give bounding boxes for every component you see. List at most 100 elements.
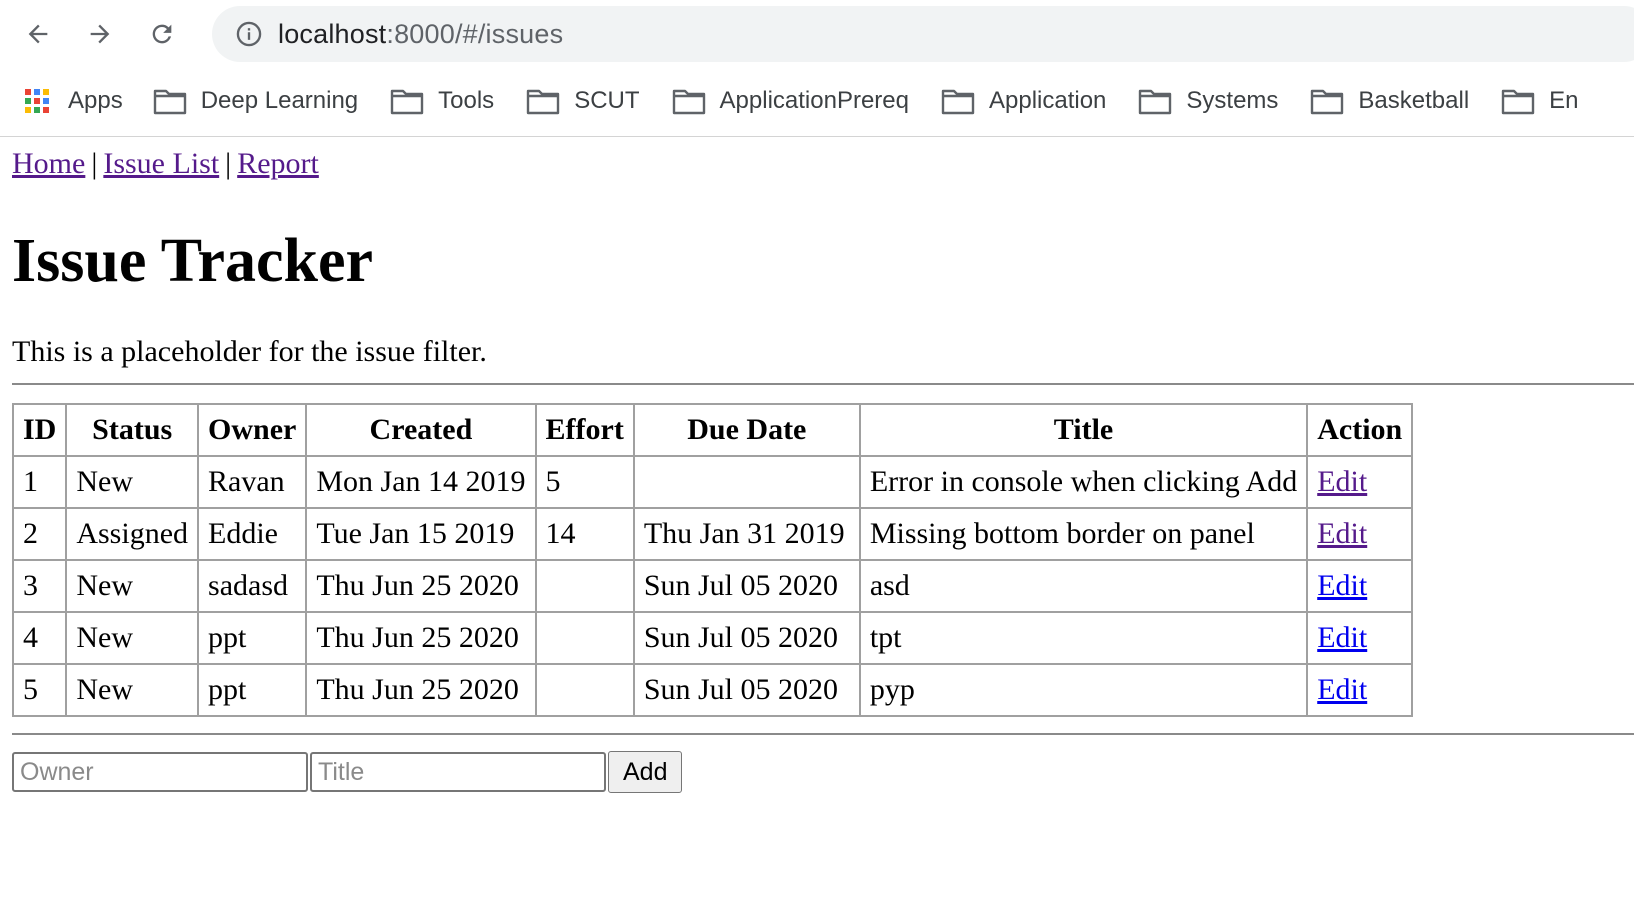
column-header-title: Title xyxy=(859,404,1308,456)
reload-button[interactable] xyxy=(142,14,182,54)
cell-effort: 14 xyxy=(535,508,634,560)
cell-action: Edit xyxy=(1307,664,1413,716)
bookmark-label: ApplicationPrereq xyxy=(719,87,909,114)
edit-link[interactable]: Edit xyxy=(1317,673,1367,706)
cell-created: Thu Jun 25 2020 xyxy=(306,560,536,612)
cell-action: Edit xyxy=(1307,508,1413,560)
apps-grid-icon xyxy=(22,87,52,115)
cell-created: Thu Jun 25 2020 xyxy=(306,664,536,716)
cell-status: New xyxy=(66,612,199,664)
browser-toolbar: localhost:8000/#/issues xyxy=(0,0,1634,68)
bookmark-label: SCUT xyxy=(574,87,640,114)
nav-home-link[interactable]: Home xyxy=(12,147,85,180)
bookmark-en[interactable]: En xyxy=(1501,87,1579,115)
top-nav: Home | Issue List | Report xyxy=(12,145,1634,183)
table-header-row: ID Status Owner Created Effort Due Date … xyxy=(13,404,1413,456)
back-button[interactable] xyxy=(18,14,58,54)
bookmark-applicationprereq[interactable]: ApplicationPrereq xyxy=(672,87,909,115)
bookmark-scut[interactable]: SCUT xyxy=(526,87,640,115)
cell-title: Missing bottom border on panel xyxy=(859,508,1308,560)
bookmark-label: Tools xyxy=(438,87,495,114)
cell-created: Mon Jan 14 2019 xyxy=(306,456,536,508)
address-bar[interactable]: localhost:8000/#/issues xyxy=(212,6,1634,62)
cell-due-date: Sun Jul 05 2020 xyxy=(633,664,860,716)
table-row: 1 New Ravan Mon Jan 14 2019 5 Error in c… xyxy=(13,456,1413,508)
folder-icon xyxy=(1501,87,1535,115)
cell-created: Thu Jun 25 2020 xyxy=(306,612,536,664)
title-input[interactable] xyxy=(310,752,606,792)
bookmark-label: Deep Learning xyxy=(200,87,359,114)
cell-title: tpt xyxy=(859,612,1308,664)
issue-filter-placeholder: This is a placeholder for the issue filt… xyxy=(12,335,487,368)
cell-created: Tue Jan 15 2019 xyxy=(306,508,536,560)
cell-id: 2 xyxy=(13,508,67,560)
folder-icon xyxy=(390,87,424,115)
cell-effort xyxy=(535,560,634,612)
reload-icon xyxy=(152,24,172,44)
add-issue-form: Add xyxy=(12,751,1634,793)
cell-action: Edit xyxy=(1307,456,1413,508)
page-content: Home | Issue List | Report Issue Tracker Thi… xyxy=(12,137,1634,793)
column-header-status: Status xyxy=(66,404,199,456)
table-row: 2 Assigned Eddie Tue Jan 15 2019 14 Thu … xyxy=(13,508,1413,560)
table-row: 4 New ppt Thu Jun 25 2020 Sun Jul 05 202… xyxy=(13,612,1413,664)
cell-owner: sadasd xyxy=(198,560,307,612)
cell-owner: Ravan xyxy=(198,456,307,508)
info-icon[interactable] xyxy=(234,19,264,49)
cell-action: Edit xyxy=(1307,612,1413,664)
column-header-due-date: Due Date xyxy=(633,404,860,456)
bookmark-label: Systems xyxy=(1186,87,1279,114)
cell-owner: ppt xyxy=(198,612,307,664)
folder-icon xyxy=(672,87,706,115)
cell-id: 4 xyxy=(13,612,67,664)
url-text: localhost:8000/#/issues xyxy=(278,18,564,49)
cell-id: 5 xyxy=(13,664,67,716)
arrow-left-icon xyxy=(28,24,48,44)
bookmark-tools[interactable]: Tools xyxy=(390,87,494,115)
divider xyxy=(12,733,1634,735)
cell-due-date xyxy=(633,456,860,508)
cell-due-date: Sun Jul 05 2020 xyxy=(633,560,860,612)
cell-effort: 5 xyxy=(535,456,634,508)
bookmark-label: Apps xyxy=(68,87,123,114)
folder-icon xyxy=(526,87,560,115)
forward-button[interactable] xyxy=(80,14,120,54)
add-button[interactable]: Add xyxy=(608,751,683,793)
cell-status: New xyxy=(66,664,199,716)
bookmark-label: Application xyxy=(988,87,1107,114)
page-title: Issue Tracker xyxy=(12,227,374,295)
column-header-created: Created xyxy=(306,404,536,456)
bookmark-deep-learning[interactable]: Deep Learning xyxy=(153,87,358,115)
cell-owner: Eddie xyxy=(198,508,307,560)
edit-link[interactable]: Edit xyxy=(1317,621,1367,654)
edit-link[interactable]: Edit xyxy=(1317,569,1367,602)
nav-separator: | xyxy=(91,147,98,180)
cell-due-date: Thu Jan 31 2019 xyxy=(633,508,860,560)
cell-status: New xyxy=(66,560,199,612)
cell-owner: ppt xyxy=(198,664,307,716)
bookmark-apps[interactable]: Apps xyxy=(22,87,123,115)
issue-table: ID Status Owner Created Effort Due Date … xyxy=(12,403,1414,717)
cell-id: 3 xyxy=(13,560,67,612)
bookmarks-bar: Apps Deep Learning Tools SCUT Applicatio… xyxy=(0,78,1634,124)
cell-title: asd xyxy=(859,560,1308,612)
nav-issue-list-link[interactable]: Issue List xyxy=(103,147,219,180)
column-header-effort: Effort xyxy=(535,404,634,456)
table-row: 5 New ppt Thu Jun 25 2020 Sun Jul 05 202… xyxy=(13,664,1413,716)
bookmark-basketball[interactable]: Basketball xyxy=(1310,87,1469,115)
owner-input[interactable] xyxy=(12,752,308,792)
column-header-owner: Owner xyxy=(198,404,307,456)
bookmark-systems[interactable]: Systems xyxy=(1138,87,1278,115)
column-header-action: Action xyxy=(1307,404,1413,456)
bookmark-application[interactable]: Application xyxy=(941,87,1106,115)
folder-icon xyxy=(1138,87,1172,115)
bookmark-label: En xyxy=(1549,87,1579,114)
edit-link[interactable]: Edit xyxy=(1317,517,1367,550)
nav-separator: | xyxy=(225,147,232,180)
nav-report-link[interactable]: Report xyxy=(237,147,319,180)
divider xyxy=(12,383,1634,385)
cell-action: Edit xyxy=(1307,560,1413,612)
cell-title: pyp xyxy=(859,664,1308,716)
edit-link[interactable]: Edit xyxy=(1317,465,1367,498)
browser-chrome: localhost:8000/#/issues Apps Deep Learni… xyxy=(0,0,1634,137)
